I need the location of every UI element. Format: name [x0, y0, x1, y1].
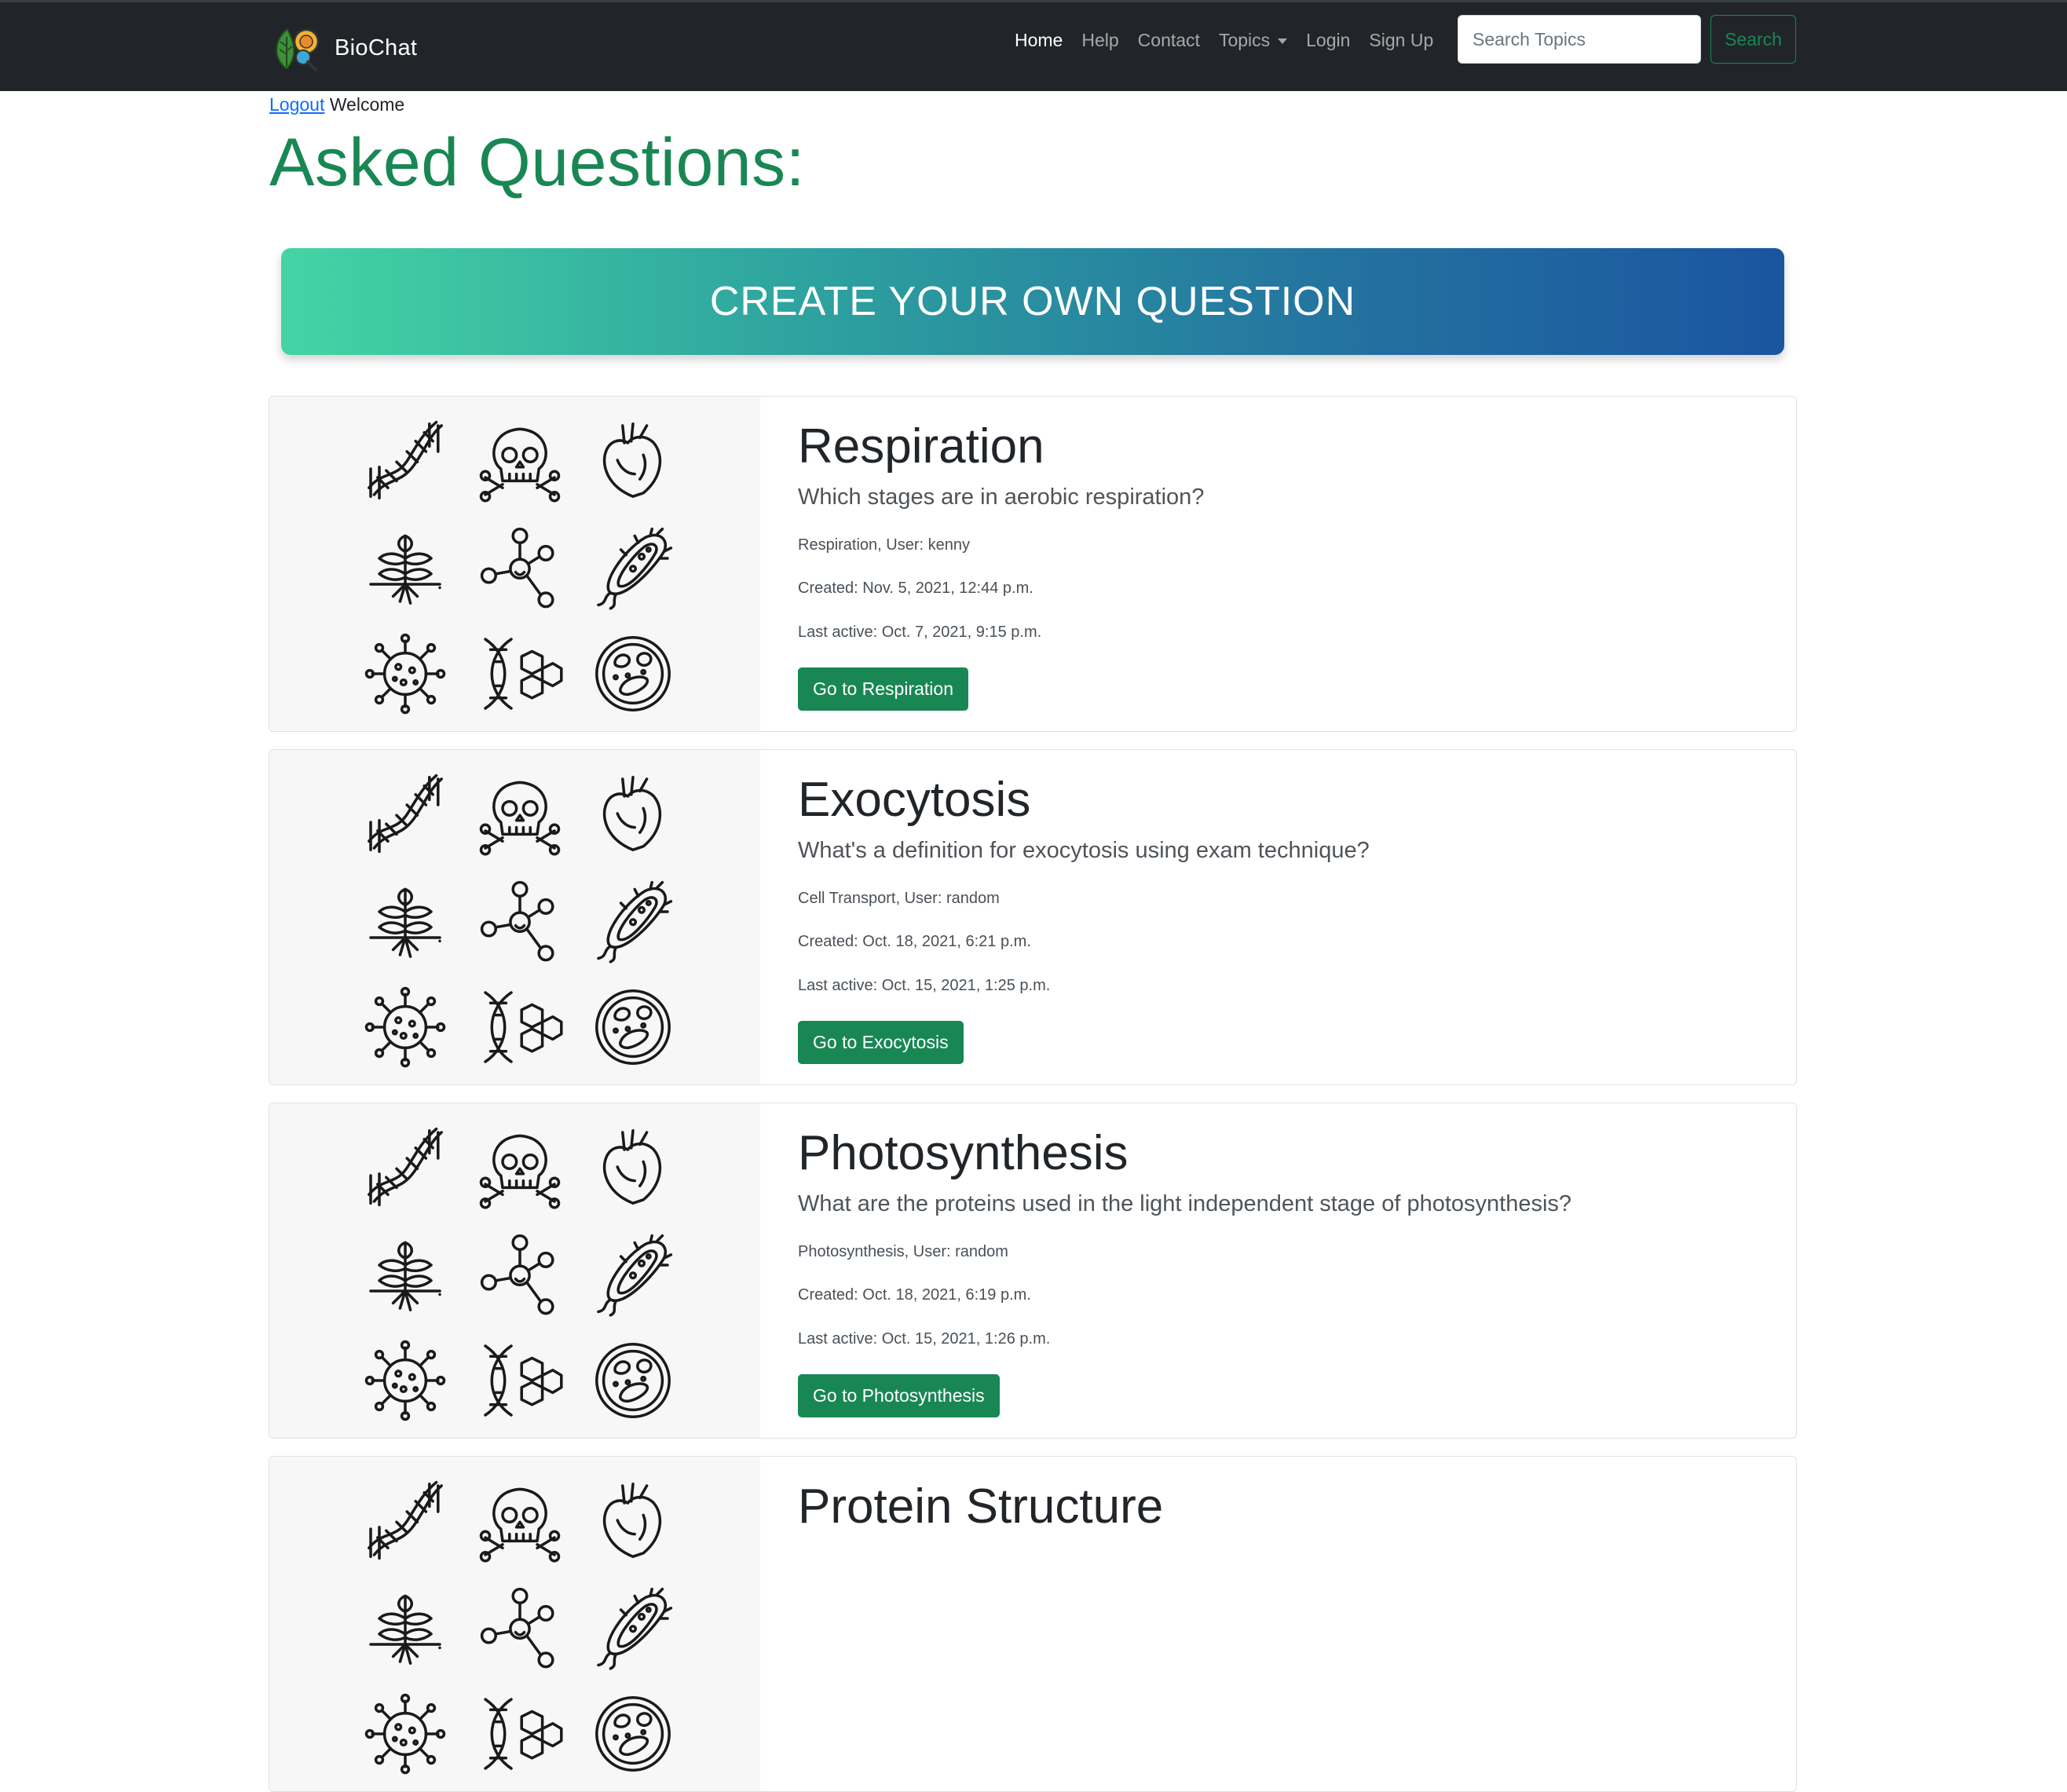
petri-dish-icon	[590, 1691, 676, 1777]
biology-icons-grid	[269, 397, 760, 731]
question-created: Created: Nov. 5, 2021, 12:44 p.m.	[798, 580, 1034, 597]
question-title: Exocytosis	[798, 773, 1031, 827]
question-created: Created: Oct. 18, 2021, 6:19 p.m.	[798, 1286, 1031, 1304]
virus-icon	[362, 1337, 448, 1424]
question-text: What's a definition for exocytosis using…	[798, 838, 1370, 863]
dna-icon	[362, 417, 448, 503]
dna-icon	[362, 1477, 448, 1563]
question-last-active: Last active: Oct. 15, 2021, 1:25 p.m.	[798, 977, 1051, 994]
plant-icon	[362, 1231, 448, 1317]
bacteria-icon	[590, 1231, 676, 1317]
go-to-question-button[interactable]: Go to Respiration	[798, 667, 968, 711]
logout-link[interactable]: Logout	[269, 94, 324, 115]
question-text: What are the proteins used in the light …	[798, 1191, 1572, 1216]
dna-icon	[362, 1124, 448, 1210]
nav-contact[interactable]: Contact	[1138, 30, 1200, 51]
plant-icon	[362, 1584, 448, 1670]
heart-icon	[590, 1477, 676, 1563]
nav-topics-dropdown[interactable]: Topics	[1218, 29, 1288, 51]
nav-topics-label: Topics	[1218, 29, 1271, 50]
user-status-line: Logout Welcome	[269, 94, 404, 115]
dna-hexagon-icon	[477, 1691, 563, 1777]
question-card: Exocytosis What's a definition for exocy…	[269, 749, 1797, 1085]
welcome-text: Welcome	[329, 94, 405, 115]
question-text: Which stages are in aerobic respiration?	[798, 485, 1205, 510]
go-to-question-button[interactable]: Go to Photosynthesis	[798, 1374, 1000, 1417]
nav-login[interactable]: Login	[1306, 30, 1350, 51]
question-category-user: Respiration, User: kenny	[798, 536, 970, 554]
biology-icons-grid	[269, 750, 760, 1084]
virus-icon	[362, 984, 448, 1070]
petri-dish-icon	[590, 631, 676, 717]
bacteria-icon	[590, 1584, 676, 1670]
petri-dish-icon	[590, 984, 676, 1070]
molecule-icon	[477, 524, 563, 610]
question-card: Protein Structure	[269, 1456, 1797, 1792]
brand-name: BioChat	[335, 35, 418, 60]
molecule-icon	[477, 1584, 563, 1670]
question-category-user: Cell Transport, User: random	[798, 890, 1000, 907]
question-last-active: Last active: Oct. 15, 2021, 1:26 p.m.	[798, 1330, 1051, 1348]
search-button[interactable]: Search	[1710, 15, 1796, 64]
dna-hexagon-icon	[477, 984, 563, 1070]
search-topics-input[interactable]	[1458, 15, 1701, 64]
skull-icon	[477, 1477, 563, 1563]
nav-links: Home Help Contact Topics Login Sign Up	[1015, 26, 1452, 54]
biochat-logo-icon	[276, 27, 320, 71]
caret-down-icon	[1278, 38, 1288, 44]
molecule-icon	[477, 1231, 563, 1317]
heart-icon	[590, 1124, 676, 1210]
plant-icon	[362, 877, 448, 964]
petri-dish-icon	[590, 1337, 676, 1424]
bacteria-icon	[590, 877, 676, 964]
molecule-icon	[477, 877, 563, 964]
question-title: Respiration	[798, 419, 1044, 474]
virus-icon	[362, 1691, 448, 1777]
skull-icon	[477, 1124, 563, 1210]
nav-help[interactable]: Help	[1081, 30, 1118, 51]
heart-icon	[590, 770, 676, 857]
bacteria-icon	[590, 524, 676, 610]
virus-icon	[362, 631, 448, 717]
nav-home[interactable]: Home	[1015, 30, 1063, 51]
go-to-question-button[interactable]: Go to Exocytosis	[798, 1021, 964, 1064]
question-title: Protein Structure	[798, 1479, 1164, 1534]
page-title: Asked Questions:	[269, 125, 806, 200]
question-card: Photosynthesis What are the proteins use…	[269, 1103, 1797, 1439]
dna-hexagon-icon	[477, 1337, 563, 1424]
dna-icon	[362, 770, 448, 857]
brand[interactable]: BioChat	[270, 20, 417, 76]
create-question-button[interactable]: CREATE YOUR OWN QUESTION	[281, 248, 1784, 355]
plant-icon	[362, 524, 448, 610]
heart-icon	[590, 417, 676, 503]
skull-icon	[477, 770, 563, 857]
nav-signup[interactable]: Sign Up	[1369, 30, 1433, 51]
top-navbar: BioChat Home Help Contact Topics Login S…	[0, 0, 2067, 91]
biology-icons-grid	[269, 1103, 760, 1438]
skull-icon	[477, 417, 563, 503]
dna-hexagon-icon	[477, 631, 563, 717]
biology-icons-grid	[269, 1457, 760, 1791]
question-category-user: Photosynthesis, User: random	[798, 1243, 1008, 1260]
question-card: Respiration Which stages are in aerobic …	[269, 396, 1797, 732]
question-last-active: Last active: Oct. 7, 2021, 9:15 p.m.	[798, 624, 1042, 641]
question-title: Photosynthesis	[798, 1126, 1129, 1180]
create-question-label: CREATE YOUR OWN QUESTION	[709, 279, 1356, 324]
question-created: Created: Oct. 18, 2021, 6:21 p.m.	[798, 933, 1031, 950]
